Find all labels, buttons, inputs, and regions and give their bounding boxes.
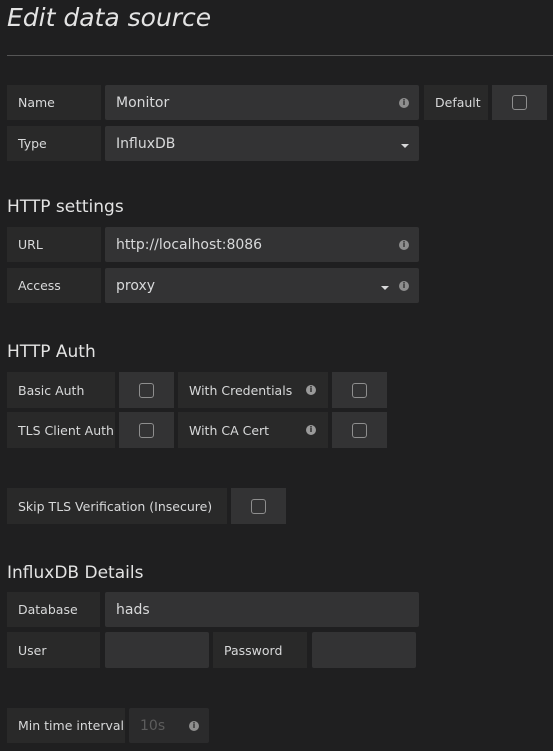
with-credentials-text: With Credentials xyxy=(189,382,293,398)
access-label: Access xyxy=(7,268,101,303)
name-value: Monitor xyxy=(116,94,170,111)
tls-client-auth-checkbox[interactable] xyxy=(119,412,174,448)
divider xyxy=(7,55,553,56)
tls-client-auth-label: TLS Client Auth xyxy=(7,412,115,448)
http-auth-heading: HTTP Auth xyxy=(7,342,96,362)
checkbox-icon xyxy=(512,95,527,110)
min-time-interval-placeholder: 10s xyxy=(140,717,166,734)
default-checkbox[interactable] xyxy=(492,85,547,120)
database-label: Database xyxy=(7,592,100,627)
caret-down-icon xyxy=(381,285,389,290)
type-value: InfluxDB xyxy=(116,135,176,152)
database-value: hads xyxy=(116,601,150,618)
min-time-interval-label: Min time interval xyxy=(7,708,125,743)
default-label: Default xyxy=(424,85,488,120)
url-input[interactable]: http://localhost:8086 i xyxy=(105,227,419,262)
info-icon[interactable]: i xyxy=(399,280,409,291)
with-ca-cert-text: With CA Cert xyxy=(189,422,270,438)
password-input[interactable] xyxy=(312,632,416,668)
caret-down-icon xyxy=(401,143,409,148)
checkbox-icon xyxy=(139,422,154,438)
name-label: Name xyxy=(7,85,101,120)
skip-tls-checkbox[interactable] xyxy=(231,488,286,524)
page-title: Edit data source xyxy=(7,3,212,32)
url-label: URL xyxy=(7,227,101,262)
min-time-interval-input[interactable]: 10s i xyxy=(129,708,209,743)
http-settings-heading: HTTP settings xyxy=(7,197,124,217)
info-icon[interactable]: i xyxy=(189,720,199,731)
info-icon[interactable]: i xyxy=(306,425,316,435)
influxdb-details-heading: InfluxDB Details xyxy=(7,563,144,583)
basic-auth-label: Basic Auth xyxy=(7,372,115,408)
access-select[interactable]: proxy i xyxy=(105,268,419,303)
url-value: http://localhost:8086 xyxy=(116,236,263,253)
with-ca-cert-label: With CA Cert i xyxy=(178,412,328,448)
checkbox-icon xyxy=(352,382,367,398)
with-credentials-checkbox[interactable] xyxy=(332,372,387,408)
info-icon[interactable]: i xyxy=(399,97,409,108)
user-input[interactable] xyxy=(105,632,209,668)
type-select[interactable]: InfluxDB xyxy=(105,126,419,161)
checkbox-icon xyxy=(251,498,266,514)
with-credentials-label: With Credentials i xyxy=(178,372,328,408)
checkbox-icon xyxy=(139,382,154,398)
with-ca-cert-checkbox[interactable] xyxy=(332,412,387,448)
skip-tls-label: Skip TLS Verification (Insecure) xyxy=(7,488,227,524)
info-icon[interactable]: i xyxy=(306,385,316,395)
password-label: Password xyxy=(213,632,307,668)
checkbox-icon xyxy=(352,422,367,438)
type-label: Type xyxy=(7,126,101,161)
basic-auth-checkbox[interactable] xyxy=(119,372,174,408)
user-label: User xyxy=(7,632,100,668)
name-input[interactable]: Monitor i xyxy=(105,85,419,120)
info-icon[interactable]: i xyxy=(399,239,409,250)
access-value: proxy xyxy=(116,277,156,294)
database-input[interactable]: hads xyxy=(105,592,419,627)
